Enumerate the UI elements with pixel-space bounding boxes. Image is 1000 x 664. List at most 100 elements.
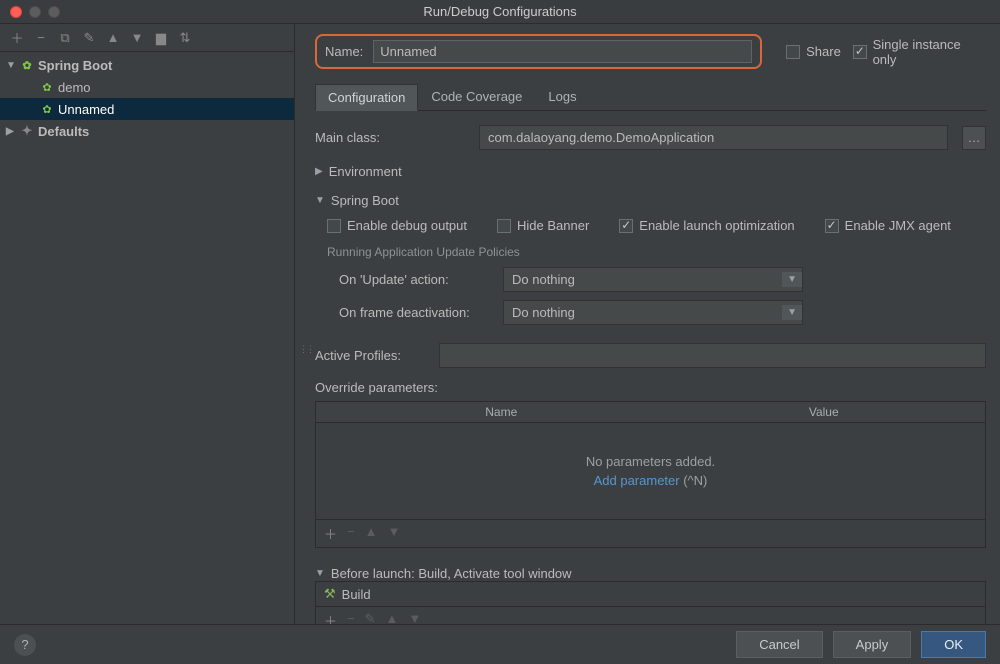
tree-node-defaults[interactable]: ▶ ✦ Defaults bbox=[0, 120, 294, 142]
running-policies-label: Running Application Update Policies bbox=[315, 245, 986, 259]
ok-button[interactable]: OK bbox=[921, 631, 986, 658]
move-down-icon[interactable]: ▼ bbox=[408, 611, 421, 624]
springboot-section-header[interactable]: ▼ Spring Boot bbox=[315, 193, 986, 208]
enable-launch-opt-label: Enable launch optimization bbox=[639, 218, 794, 233]
save-config-icon[interactable]: ✎ bbox=[80, 29, 98, 47]
move-up-icon[interactable]: ▲ bbox=[386, 611, 399, 624]
no-params-text: No parameters added. bbox=[586, 454, 715, 469]
main-panel: ⋮⋮ Name: Share Single instance only Conf… bbox=[295, 24, 1000, 624]
drag-handle-icon[interactable]: ⋮⋮ bbox=[299, 344, 313, 355]
main-class-label: Main class: bbox=[315, 130, 465, 145]
enable-jmx-checkbox[interactable]: Enable JMX agent bbox=[825, 218, 951, 233]
on-frame-value: Do nothing bbox=[512, 305, 575, 320]
copy-config-icon[interactable]: ⧉ bbox=[56, 29, 74, 47]
share-checkbox[interactable]: Share bbox=[786, 44, 841, 59]
move-down-icon[interactable]: ▼ bbox=[128, 29, 146, 47]
spring-boot-icon: ✿ bbox=[40, 80, 54, 94]
edit-task-icon[interactable]: ✎ bbox=[365, 611, 376, 624]
browse-main-class-button[interactable]: … bbox=[962, 126, 986, 150]
build-label: Build bbox=[342, 587, 371, 602]
tree-label: demo bbox=[58, 80, 91, 95]
tree-node-spring-boot[interactable]: ▼ ✿ Spring Boot bbox=[0, 54, 294, 76]
enable-launch-opt-input[interactable] bbox=[619, 219, 633, 233]
sidebar: ＋ − ⧉ ✎ ▲ ▼ ▆ ⇅ ▼ ✿ Spring Boot ✿ demo ✿… bbox=[0, 24, 295, 624]
active-profiles-input[interactable] bbox=[439, 343, 986, 368]
add-config-icon[interactable]: ＋ bbox=[8, 29, 26, 47]
move-up-icon[interactable]: ▲ bbox=[365, 524, 378, 543]
add-row-icon[interactable]: ＋ bbox=[324, 524, 337, 543]
name-input[interactable] bbox=[373, 40, 752, 63]
enable-debug-input[interactable] bbox=[327, 219, 341, 233]
tab-configuration[interactable]: Configuration bbox=[315, 84, 418, 111]
before-launch-label: Before launch: Build, Activate tool wind… bbox=[331, 566, 572, 581]
hide-banner-checkbox[interactable]: Hide Banner bbox=[497, 218, 589, 233]
enable-jmx-input[interactable] bbox=[825, 219, 839, 233]
chevron-down-icon: ▼ bbox=[315, 568, 325, 579]
enable-debug-label: Enable debug output bbox=[347, 218, 467, 233]
wrench-icon: ✦ bbox=[20, 124, 34, 138]
tab-logs[interactable]: Logs bbox=[535, 83, 589, 110]
override-params-table: Name Value No parameters added. Add para… bbox=[315, 401, 986, 548]
remove-config-icon[interactable]: − bbox=[32, 29, 50, 47]
chevron-down-icon: ▼ bbox=[315, 195, 325, 206]
tree-label: Unnamed bbox=[58, 102, 114, 117]
share-checkbox-input[interactable] bbox=[786, 45, 800, 59]
apply-button[interactable]: Apply bbox=[833, 631, 912, 658]
th-value: Value bbox=[663, 402, 986, 422]
help-button[interactable]: ? bbox=[14, 634, 36, 656]
expander-icon: ▼ bbox=[6, 60, 16, 71]
folder-icon[interactable]: ▆ bbox=[152, 29, 170, 47]
add-task-icon[interactable]: ＋ bbox=[324, 611, 337, 624]
on-frame-select[interactable]: Do nothing ▼ bbox=[503, 300, 803, 325]
move-up-icon[interactable]: ▲ bbox=[104, 29, 122, 47]
enable-launch-opt-checkbox[interactable]: Enable launch optimization bbox=[619, 218, 794, 233]
on-update-select[interactable]: Do nothing ▼ bbox=[503, 267, 803, 292]
chevron-right-icon: ▶ bbox=[315, 166, 323, 177]
name-label: Name: bbox=[325, 44, 363, 59]
on-update-label: On 'Update' action: bbox=[339, 272, 489, 287]
environment-section-header[interactable]: ▶ Environment bbox=[315, 164, 986, 179]
titlebar: Run/Debug Configurations bbox=[0, 0, 1000, 24]
share-label: Share bbox=[806, 44, 841, 59]
enable-jmx-label: Enable JMX agent bbox=[845, 218, 951, 233]
tree-label: Spring Boot bbox=[38, 58, 112, 73]
single-instance-checkbox-input[interactable] bbox=[853, 45, 867, 59]
name-field-highlight: Name: bbox=[315, 34, 762, 69]
environment-label: Environment bbox=[329, 164, 402, 179]
hammer-icon: ⚒ bbox=[324, 586, 336, 602]
window-title: Run/Debug Configurations bbox=[0, 4, 1000, 19]
tab-code-coverage[interactable]: Code Coverage bbox=[418, 83, 535, 110]
on-update-value: Do nothing bbox=[512, 272, 575, 287]
spring-boot-icon: ✿ bbox=[40, 102, 54, 116]
override-params-label: Override parameters: bbox=[315, 380, 438, 395]
tree-item-demo[interactable]: ✿ demo bbox=[0, 76, 294, 98]
expander-icon: ▶ bbox=[6, 126, 16, 137]
tree-item-unnamed[interactable]: ✿ Unnamed bbox=[0, 98, 294, 120]
chevron-down-icon: ▼ bbox=[782, 272, 802, 287]
active-profiles-label: Active Profiles: bbox=[315, 348, 425, 363]
before-launch-list: ⚒ Build ＋ − ✎ ▲ ▼ bbox=[315, 581, 986, 624]
config-tree: ▼ ✿ Spring Boot ✿ demo ✿ Unnamed ▶ ✦ Def… bbox=[0, 52, 294, 624]
move-down-icon[interactable]: ▼ bbox=[387, 524, 400, 543]
sidebar-toolbar: ＋ − ⧉ ✎ ▲ ▼ ▆ ⇅ bbox=[0, 24, 294, 52]
add-param-shortcut: (^N) bbox=[680, 473, 708, 488]
remove-row-icon[interactable]: − bbox=[347, 524, 355, 543]
tree-label: Defaults bbox=[38, 124, 89, 139]
hide-banner-input[interactable] bbox=[497, 219, 511, 233]
override-toolbar: ＋ − ▲ ▼ bbox=[316, 519, 985, 547]
single-instance-checkbox[interactable]: Single instance only bbox=[853, 37, 986, 67]
remove-task-icon[interactable]: − bbox=[347, 611, 355, 624]
chevron-down-icon: ▼ bbox=[782, 305, 802, 320]
before-launch-item-build[interactable]: ⚒ Build bbox=[316, 582, 985, 606]
main-class-input[interactable] bbox=[479, 125, 948, 150]
tabs: Configuration Code Coverage Logs bbox=[315, 83, 986, 111]
th-name: Name bbox=[340, 402, 663, 422]
single-instance-label: Single instance only bbox=[873, 37, 986, 67]
before-launch-header[interactable]: ▼ Before launch: Build, Activate tool wi… bbox=[315, 566, 986, 581]
add-parameter-link[interactable]: Add parameter bbox=[594, 473, 680, 488]
sort-icon[interactable]: ⇅ bbox=[176, 29, 194, 47]
cancel-button[interactable]: Cancel bbox=[736, 631, 822, 658]
enable-debug-checkbox[interactable]: Enable debug output bbox=[327, 218, 467, 233]
on-frame-label: On frame deactivation: bbox=[339, 305, 489, 320]
springboot-label: Spring Boot bbox=[331, 193, 399, 208]
